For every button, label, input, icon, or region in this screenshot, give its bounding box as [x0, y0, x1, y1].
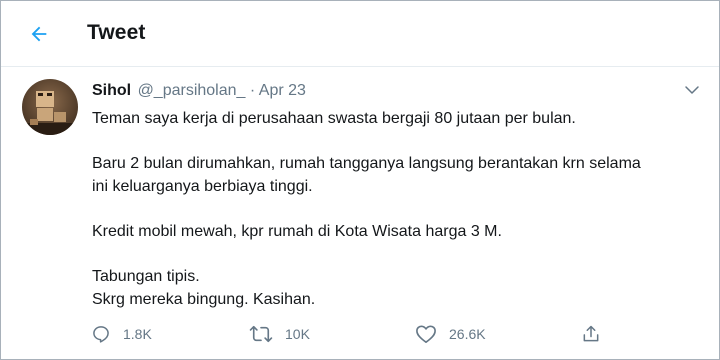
tweet-line: Kredit mobil mewah, kpr rumah di Kota Wi…	[92, 223, 502, 240]
arrow-left-icon	[31, 26, 47, 42]
avatar[interactable]	[22, 79, 78, 135]
tweet-header: Sihol @_parsiholan_ · Apr 23	[92, 81, 306, 100]
tweet-line: Skrg mereka bingung. Kasihan.	[92, 291, 316, 308]
retweet-count: 10K	[285, 326, 310, 342]
tweet-window: Tweet Sihol @_parsiholan_ · Apr 23 Teman…	[0, 0, 720, 360]
heart-icon	[416, 325, 436, 343]
tweet-line: Teman saya kerja di perusahaan swasta be…	[92, 110, 576, 127]
share-button[interactable]	[581, 324, 601, 344]
author-handle[interactable]: @_parsiholan_	[138, 82, 246, 99]
retweet-button[interactable]: 10K	[249, 324, 310, 344]
tweet-text: Teman saya kerja di perusahaan swasta be…	[92, 107, 712, 311]
tweet-line: Tabungan tipis.	[92, 268, 200, 285]
author-name[interactable]: Sihol	[92, 82, 131, 99]
like-button[interactable]: 26.6K	[415, 324, 486, 344]
separator-dot: ·	[249, 82, 256, 99]
tweet-date[interactable]: Apr 23	[259, 82, 306, 99]
back-button[interactable]	[23, 18, 55, 50]
page-header: Tweet	[1, 1, 719, 67]
reply-button[interactable]: 1.8K	[91, 324, 152, 344]
page-title: Tweet	[87, 21, 146, 44]
tweet-line: Baru 2 bulan dirumahkan, rumah tangganya…	[92, 155, 641, 172]
tweet-line: ini keluarganya berbiaya tinggi.	[92, 178, 313, 195]
retweet-icon	[249, 325, 273, 343]
like-count: 26.6K	[449, 326, 486, 342]
chevron-down-icon	[685, 86, 699, 94]
reply-icon	[93, 326, 109, 343]
avatar-image	[22, 79, 78, 135]
tweet-menu-button[interactable]	[681, 79, 703, 101]
share-icon	[583, 325, 599, 342]
tweet-actions: 1.8K 10K 26.6K	[1, 321, 719, 351]
reply-count: 1.8K	[123, 326, 152, 342]
